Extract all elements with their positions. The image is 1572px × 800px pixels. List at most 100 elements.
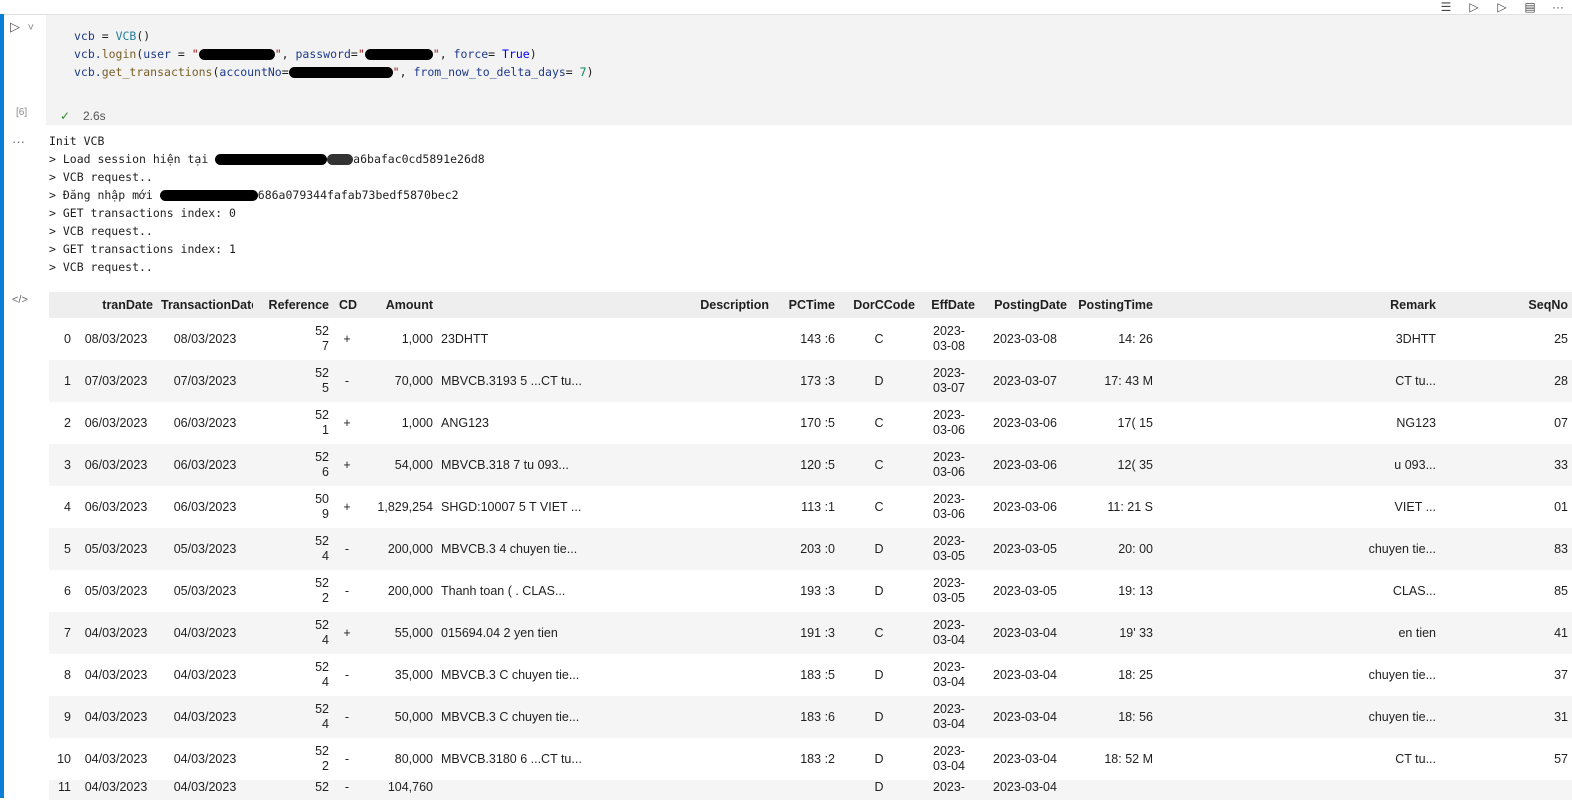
stdout-text: 686a079344fafab73bedf5870bec2 xyxy=(257,188,459,202)
code-token: " xyxy=(432,47,440,61)
table-row: 2 06/03/2023 06/03/2023 52 1 +1,000 ANG123 170 … xyxy=(49,402,1572,444)
table-cell-reference: 52 5 xyxy=(253,360,333,402)
table-cell-reference: 52 2 xyxy=(315,576,329,605)
redacted-account xyxy=(288,67,393,78)
code-token: accountNo xyxy=(219,65,282,79)
redacted-session xyxy=(215,154,328,165)
table-cell-amount: 1,000 xyxy=(401,415,433,430)
code-token: = xyxy=(488,47,503,61)
code-token: = xyxy=(350,47,358,61)
table-cell-idx: 10 xyxy=(57,751,71,766)
table-cell-idx: 5 xyxy=(49,528,75,570)
column-header: Description xyxy=(437,292,773,318)
table-cell-remark: CLAS... xyxy=(1392,583,1436,598)
table-cell-tranDate: 06/03/2023 xyxy=(84,499,148,514)
html-output-icon[interactable]: </> xyxy=(12,294,28,306)
column-header: Reference xyxy=(253,292,333,318)
table-cell-pctime: 191 :3 xyxy=(773,612,839,654)
table-cell-tranDate: 04/03/2023 xyxy=(75,696,157,738)
column-header: PostingDate xyxy=(979,292,1071,318)
table-cell-effdate: 2023- 03-07 xyxy=(919,360,979,402)
table-cell-tranDate: 04/03/2023 xyxy=(75,612,157,654)
table-cell-reference: 52 7 xyxy=(315,324,329,353)
table-cell-description: ANG123 xyxy=(441,415,489,430)
table-cell-amount: 200,000 xyxy=(361,528,437,570)
table-cell-transactionDate: 04/03/2023 xyxy=(157,696,253,738)
stdout-text: > Load session hiện tại xyxy=(49,152,216,166)
cell-selection-bar xyxy=(0,14,4,798)
table-cell-effdate: 2023- 03-06 xyxy=(933,492,965,521)
table-cell-postingdate: 2023-03-04 xyxy=(979,612,1071,654)
table-cell-effdate: 2023- xyxy=(919,780,979,800)
table-cell-postingdate: 2023-03-04 xyxy=(979,696,1071,738)
table-cell-postingdate: 2023-03-06 xyxy=(993,415,1057,430)
table-cell-remark: en tien xyxy=(1157,612,1440,654)
table-row: 5 05/03/2023 05/03/2023 52 4-200,000 MBVCB.3 … xyxy=(49,528,1572,570)
table-cell-dorc: D xyxy=(839,360,919,402)
table-row: 6 05/03/2023 05/03/2023 52 2 - 200,000 Thanh to… xyxy=(49,570,1572,612)
table-row: 1 07/03/2023 07/03/2023 52 5-70,000 MBVCB.319… xyxy=(49,360,1572,402)
table-cell-amount: 1,000 xyxy=(401,331,433,346)
chevron-down-icon[interactable]: ˅ xyxy=(28,22,34,34)
table-cell-effdate: 2023- 03-08 xyxy=(933,324,965,353)
table-cell-postingdate: 2023-03-06 xyxy=(993,499,1057,514)
table-cell-effdate: 2023- 03-04 xyxy=(933,660,965,689)
table-cell-reference: 52 6 xyxy=(253,444,333,486)
table-cell-pctime xyxy=(773,780,839,800)
table-cell-dorc: D xyxy=(839,780,919,800)
table-cell-postingdate: 2023-03-08 xyxy=(993,331,1057,346)
table-cell-transactionDate: 08/03/2023 xyxy=(173,331,237,346)
table-cell-seqno: 07 xyxy=(1554,415,1568,430)
stdout-line: > VCB request.. xyxy=(49,224,153,238)
run-icon[interactable]: ▷ xyxy=(10,19,20,34)
table-cell-effdate: 2023- 03-04 xyxy=(933,744,965,773)
table-cell-dorc: C xyxy=(874,415,884,430)
code-token: VCB xyxy=(115,29,137,43)
table-cell-description: 23DHTT xyxy=(441,331,489,346)
stdout-line: > Đăng nhập mới 686a079344fafab73bedf587… xyxy=(49,186,485,204)
code-cell[interactable]: ▷ ˅ [6] vcb = VCB() vcb.login(user = " ",… xyxy=(4,14,1572,125)
table-cell-seqno: 28 xyxy=(1440,360,1572,402)
table-cell-postingtime: 18: 25 xyxy=(1118,667,1153,682)
table-cell-effdate: 2023- 03-04 xyxy=(919,612,979,654)
check-icon: ✓ xyxy=(60,109,71,123)
table-cell-pctime: 183 :5 xyxy=(800,667,835,682)
redacted-password xyxy=(364,49,433,60)
table-row: 11 04/03/2023 04/03/2023 52-104,760 D 2023- 20… xyxy=(49,780,1572,800)
stdout-text: > Đăng nhập mới xyxy=(49,188,160,202)
table-cell-postingdate: 2023-03-07 xyxy=(979,360,1071,402)
table-cell-reference: 52 xyxy=(253,780,333,800)
table-row: 8 04/03/2023 04/03/2023 52 4 - 35,000 MBVCB.3 C… xyxy=(49,654,1572,696)
table-cell-seqno: 83 xyxy=(1440,528,1572,570)
table-cell-postingtime: 11: 21 S xyxy=(1107,499,1153,514)
table-cell-remark: CT tu... xyxy=(1157,360,1440,402)
table-cell-pctime: 173 :3 xyxy=(773,360,839,402)
code-token: ) xyxy=(586,65,594,79)
table-cell-reference: 52 4 xyxy=(253,612,333,654)
table-cell-transactionDate: 06/03/2023 xyxy=(173,499,237,514)
code-token: force xyxy=(453,47,489,61)
table-cell-idx: 1 xyxy=(49,360,75,402)
code-token: user xyxy=(143,47,171,61)
code-token: " xyxy=(191,47,199,61)
table-cell-pctime: 143 :6 xyxy=(800,331,835,346)
table-row: 7 04/03/2023 04/03/2023 52 4 +55,000 015694.04… xyxy=(49,612,1572,654)
table-cell-effdate: 2023- 03-05 xyxy=(919,528,979,570)
table-cell-description: MBVCB.3180 6 ...CT tu... xyxy=(441,751,582,766)
code-token: () xyxy=(136,29,151,43)
table-cell-remark: chuyen tie... xyxy=(1157,696,1440,738)
code-editor[interactable]: vcb = VCB() vcb.login(user = " ", passwor… xyxy=(46,15,1572,109)
table-cell-remark: chuyen tie... xyxy=(1368,667,1436,682)
table-cell-seqno: 85 xyxy=(1554,583,1568,598)
run-cell-button[interactable]: ▷ ˅ xyxy=(10,19,44,39)
table-cell-cd: - xyxy=(333,780,361,800)
code-token: = xyxy=(565,65,580,79)
table-cell-seqno: 41 xyxy=(1440,612,1572,654)
table-cell-seqno: 57 xyxy=(1554,751,1568,766)
output-more-icon[interactable]: ··· xyxy=(12,134,25,149)
table-cell-description: MBVCB.3 C chuyen tie... xyxy=(437,696,773,738)
table-cell-reference: 52 2 xyxy=(315,744,329,773)
table-cell-dorc: C xyxy=(839,612,919,654)
redacted-session xyxy=(327,154,354,165)
table-cell-description: 015694.04 2 yen tien xyxy=(437,612,773,654)
